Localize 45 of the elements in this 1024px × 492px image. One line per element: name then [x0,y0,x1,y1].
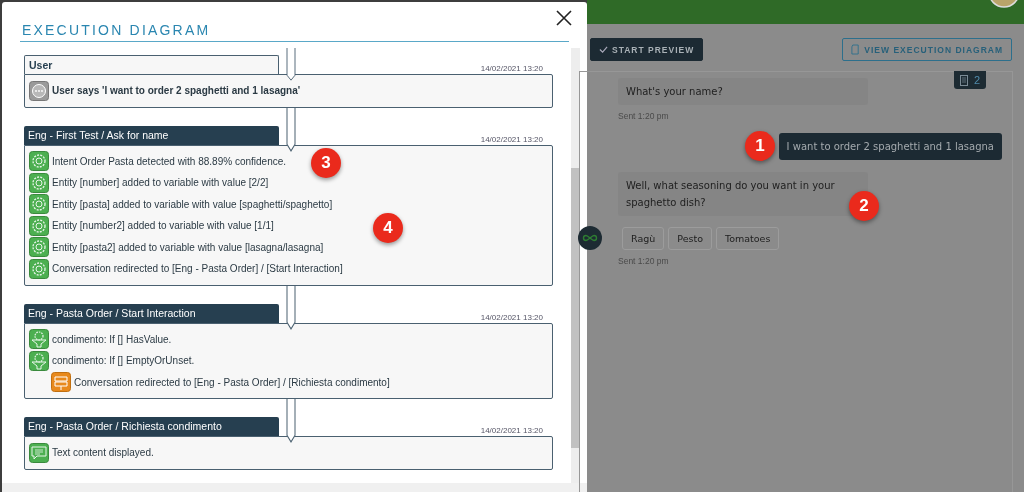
close-icon[interactable] [556,10,572,26]
quick-reply-button[interactable]: Tomatoes [716,226,780,250]
message-bubble: I want to order 2 spaghetti and 1 lasagna [778,133,1002,160]
document-icon [959,74,968,86]
gear-icon [29,151,49,172]
dialog-title: EXECUTION DIAGRAM [21,22,211,38]
log-count-badge[interactable]: 2 [953,71,986,89]
document-icon [851,44,861,55]
step-title: Eng - Pasta Order / Start Interaction [24,303,279,323]
quick-reply-button[interactable]: Ragù [622,226,665,250]
check-icon [599,45,608,54]
log-entry: Entity [pasta] added to variable with value [spaghetti/spaghetto] [52,198,333,210]
timestamp: 14/02/2021 13:20 [480,134,543,144]
step-title: User [24,55,279,74]
log-entry: Entity [number2] added to variable with value [1/1] [52,220,274,232]
chat-icon [29,80,49,101]
start-preview-button[interactable]: START PREVIEW [590,38,704,61]
log-entry: Conversation redirected to [Eng - Pasta Order] / [Richiesta condimento] [74,376,390,388]
message-icon [29,442,49,463]
log-entry: Entity [number] added to variable with value [2/2] [52,177,269,189]
timestamp: 14/02/2021 13:20 [480,312,543,322]
gear-icon [29,194,49,215]
filter-icon [29,329,49,350]
badge-count: 2 [973,74,980,86]
step-title: Eng - First Test / Ask for name [24,125,279,145]
gear-icon [29,215,49,236]
log-entry: condimento: If [] HasValue. [52,333,172,345]
log-entry: Conversation redirected to [Eng - Pasta Order] / [Start Interaction] [52,263,343,275]
quick-reply-button[interactable]: Pesto [668,226,712,250]
timestamp: 14/02/2021 13:20 [480,64,543,73]
log-entry: Entity [pasta2] added to variable with value [lasagna/lasagna] [52,241,324,253]
log-entry: Intent Order Pasta detected with 88.89% confidence. [52,155,287,167]
bot-avatar [578,226,602,250]
log-entry: User says 'I want to order 2 spaghetti and 1 lasagna' [52,85,301,97]
scrollbar[interactable] [571,48,580,483]
step-title: Eng - Pasta Order / Richiesta condimento [24,417,279,436]
timestamp: 14/02/2021 13:20 [480,426,543,435]
signpost-icon [51,372,71,393]
message-bubble: What's your name? [618,78,868,105]
gear-icon [29,258,49,279]
gear-icon [29,237,49,258]
log-entry: Text content displayed. [52,447,154,459]
gear-icon [29,172,49,193]
log-entry: condimento: If [] EmptyOrUnset. [52,355,195,367]
filter-icon [29,350,49,371]
